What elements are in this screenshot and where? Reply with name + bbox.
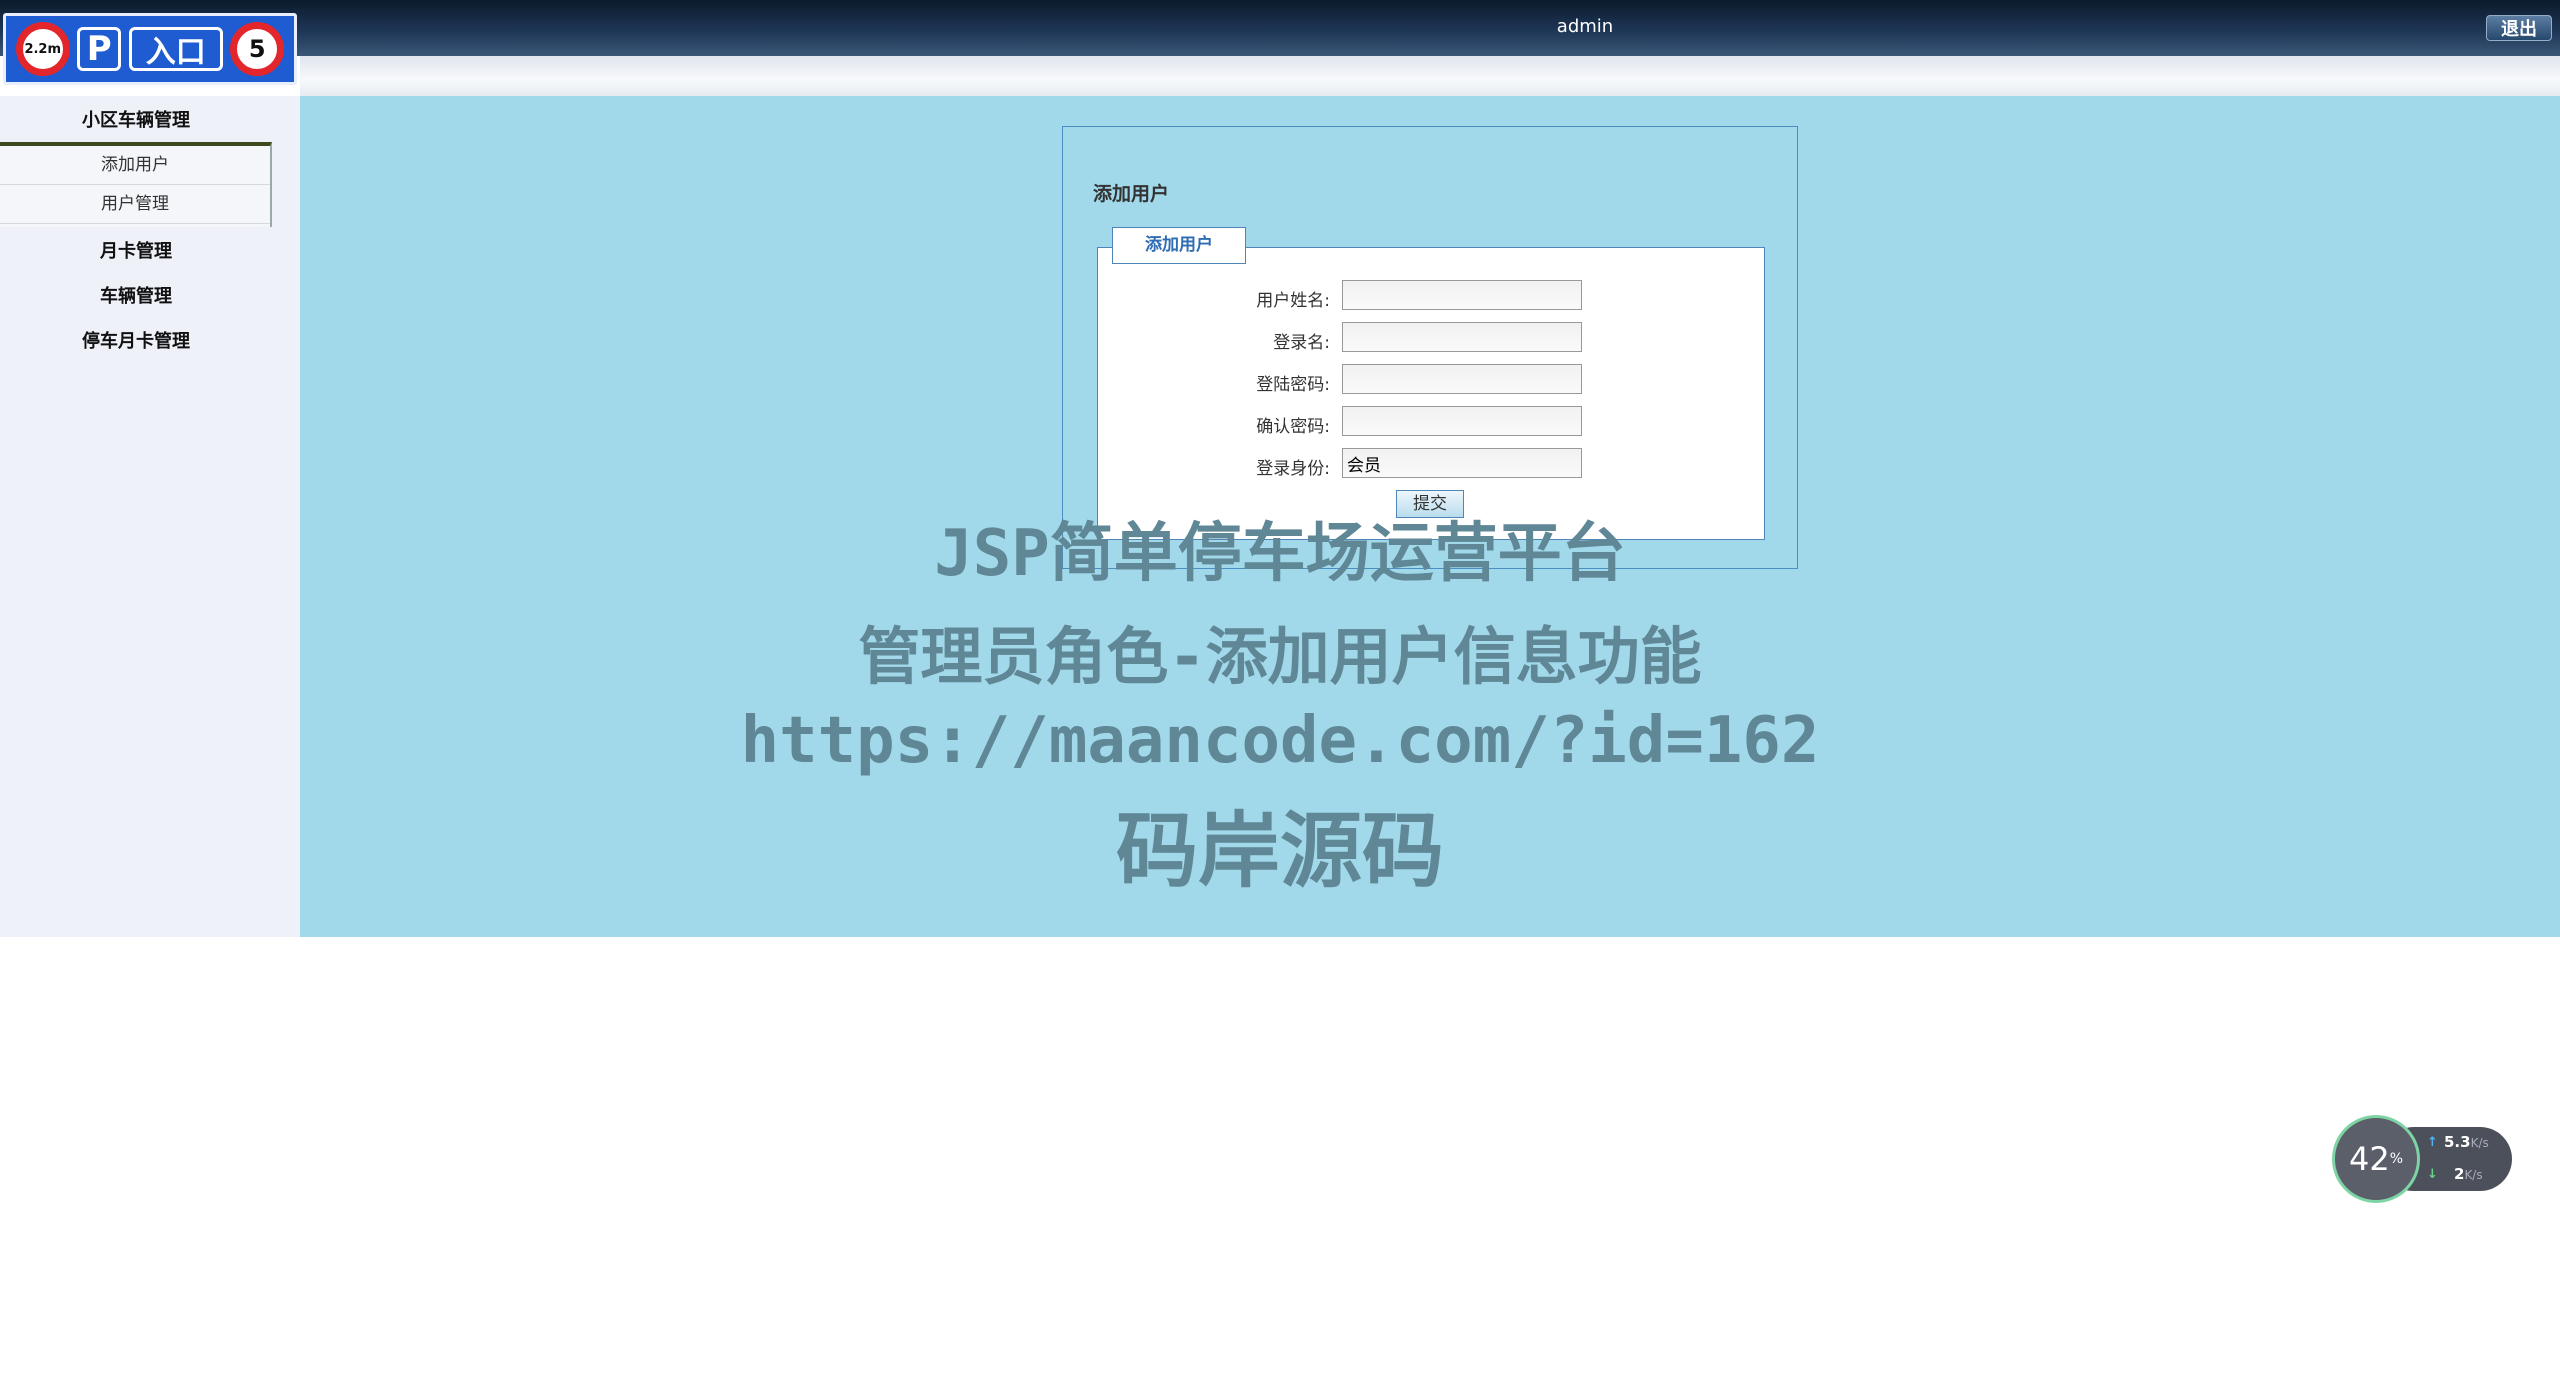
sidebar-group-vehicle[interactable]: 车辆管理 xyxy=(0,282,272,308)
username-label: 用户姓名: xyxy=(1256,291,1330,311)
sidebar-item-add-user[interactable]: 添加用户 xyxy=(0,146,270,185)
upload-arrow-icon: ↑ xyxy=(2427,1135,2438,1150)
parking-entrance-logo: 2.2m P 入口 5 xyxy=(3,13,297,85)
height-limit-sign-icon: 2.2m xyxy=(15,22,70,76)
sidebar-submenu: 添加用户 用户管理 xyxy=(0,142,272,227)
speed-limit-sign-icon: 5 xyxy=(230,22,285,76)
username-input[interactable] xyxy=(1342,280,1582,310)
confirm-password-input[interactable] xyxy=(1342,406,1582,436)
network-speed-widget[interactable]: 42% ↑ 5.3K/s ↓ 2K/s xyxy=(2332,1115,2512,1205)
logout-button[interactable]: 退出 xyxy=(2486,15,2552,41)
usage-gauge: 42% xyxy=(2332,1115,2420,1203)
login-name-label: 登录名: xyxy=(1273,333,1330,353)
header-sub-bar xyxy=(300,56,2560,96)
fieldset-legend: 添加用户 xyxy=(1112,227,1246,264)
password-label: 登陆密码: xyxy=(1256,375,1330,395)
watermark-line-4: 码岸源码 xyxy=(1115,804,1444,899)
sidebar-group-community-vehicle[interactable]: 小区车辆管理 xyxy=(0,106,272,132)
sidebar-group-monthly-card[interactable]: 月卡管理 xyxy=(0,237,272,263)
upload-speed: 5.3K/s xyxy=(2444,1133,2489,1151)
download-speed: 2K/s xyxy=(2454,1165,2483,1183)
watermark-line-2: 管理员角色-添加用户信息功能 xyxy=(858,620,1702,693)
sidebar-group-parking-monthly-card[interactable]: 停车月卡管理 xyxy=(0,327,272,353)
parking-sign-icon: P xyxy=(77,27,122,71)
confirm-password-label: 确认密码: xyxy=(1256,417,1330,437)
login-name-input[interactable] xyxy=(1342,322,1582,352)
watermark-line-3: https://maancode.com/?id=162 xyxy=(740,704,1820,778)
login-role-input[interactable] xyxy=(1342,448,1582,478)
download-arrow-icon: ↓ xyxy=(2427,1167,2438,1182)
watermark-line-1: JSP简单停车场运营平台 xyxy=(934,517,1626,591)
login-role-label: 登录身份: xyxy=(1256,459,1330,479)
password-input[interactable] xyxy=(1342,364,1582,394)
entrance-sign: 入口 xyxy=(128,27,223,71)
sidebar-item-user-management[interactable]: 用户管理 xyxy=(0,185,270,224)
page-title: 添加用户 xyxy=(1093,183,1170,205)
top-header-bar xyxy=(0,0,2560,56)
current-user-name: admin xyxy=(1556,16,1614,37)
